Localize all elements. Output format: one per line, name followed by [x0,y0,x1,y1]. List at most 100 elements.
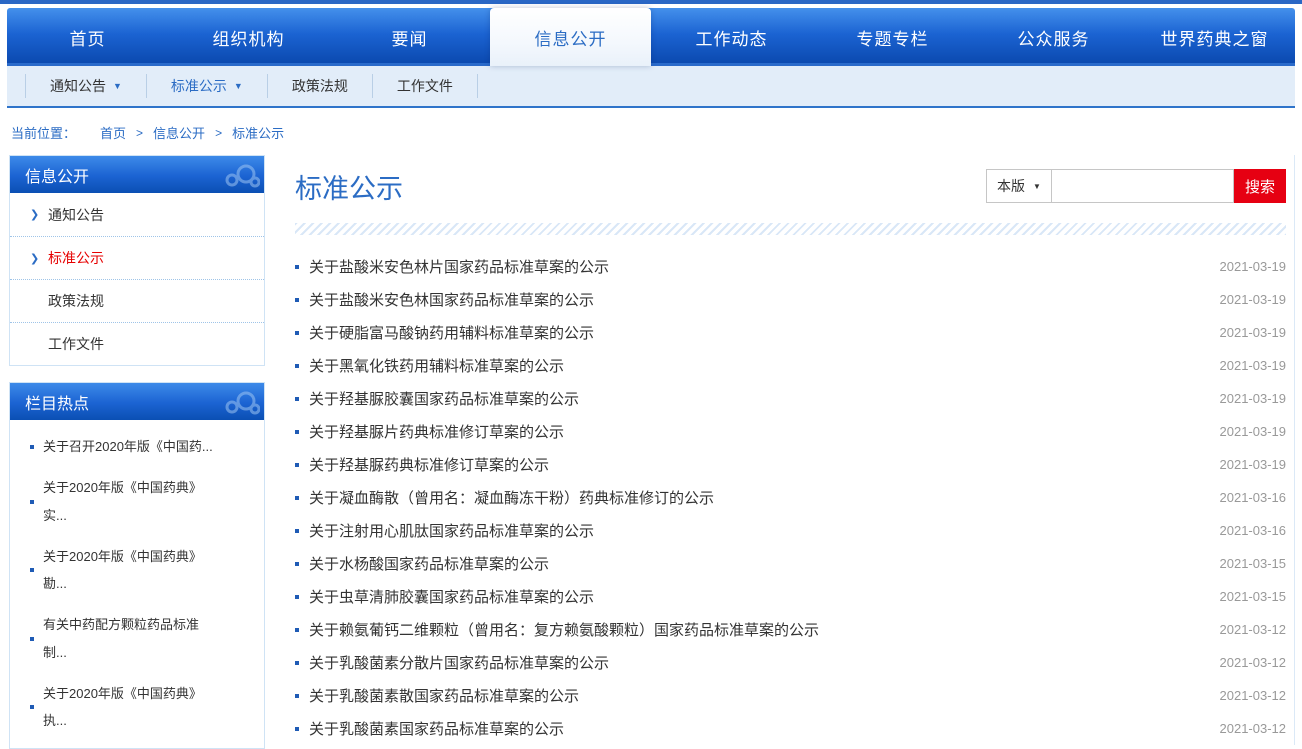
breadcrumb-separator: > [215,126,222,140]
bullet-icon [30,568,34,572]
top-nav-tab[interactable]: 信息公开 [490,8,651,66]
sidebar-section-hot: 栏目热点 关于召开2020年版《中国药... 关于2020年版《中国药典》实...… [9,382,265,749]
sidebar-menu-item[interactable]: ❯通知公告 [10,193,264,236]
bullet-icon [295,265,299,269]
search-scope-select[interactable]: 本版 ▼ [986,169,1052,203]
sidebar-section-info-header: 信息公开 [10,156,264,193]
news-date: 2021-03-19 [1220,457,1287,472]
sidebar-menu-item[interactable]: ❯标准公示 [10,236,264,279]
bullet-icon [295,430,299,434]
top-nav-tab[interactable]: 工作动态 [651,8,812,66]
hot-topic-item[interactable]: 关于召开2020年版《中国药... [10,426,264,467]
news-row[interactable]: 关于凝血酶散（曾用名：凝血酶冻干粉）药典标准修订的公示 2021-03-16 [295,481,1286,514]
breadcrumb-link[interactable]: 标准公示 [232,123,284,142]
news-row[interactable]: 关于乳酸菌素国家药品标准草案的公示 2021-03-12 [295,712,1286,745]
top-nav-tab[interactable]: 世界药典之窗 [1134,8,1295,66]
sidebar-section-info-title: 信息公开 [25,163,89,187]
bullet-icon [295,694,299,698]
top-nav-tab[interactable]: 组织机构 [168,8,329,66]
bullet-icon [295,397,299,401]
breadcrumb-link[interactable]: 信息公开 [153,123,205,142]
news-date: 2021-03-19 [1220,325,1287,340]
news-row[interactable]: 关于乳酸菌素散国家药品标准草案的公示 2021-03-12 [295,679,1286,712]
bullet-icon [295,331,299,335]
news-row[interactable]: 关于盐酸米安色林片国家药品标准草案的公示 2021-03-19 [295,250,1286,283]
news-title-link[interactable]: 关于注射用心肌肽国家药品标准草案的公示 [309,520,1204,541]
news-row[interactable]: 关于赖氨葡钙二维颗粒（曾用名：复方赖氨酸颗粒）国家药品标准草案的公示 2021-0… [295,613,1286,646]
hot-topic-title: 关于2020年版《中国药典》执... [43,680,219,735]
chevron-down-icon: ▼ [234,76,243,96]
news-title-link[interactable]: 关于羟基脲胶囊国家药品标准草案的公示 [309,388,1204,409]
news-row[interactable]: 关于虫草清肺胶囊国家药品标准草案的公示 2021-03-15 [295,580,1286,613]
bullet-icon [295,727,299,731]
news-row[interactable]: 关于注射用心肌肽国家药品标准草案的公示2021-03-16 [295,514,1286,547]
news-date: 2021-03-15 [1220,589,1287,604]
top-nav-tab[interactable]: 首页 [7,8,168,66]
news-date: 2021-03-16 [1220,490,1287,505]
sub-nav-item[interactable]: 政策法规 [267,74,372,98]
bullet-icon [295,298,299,302]
hot-topic-title: 关于2020年版《中国药典》实... [43,474,219,529]
top-nav-tab[interactable]: 公众服务 [973,8,1134,66]
bullet-icon [30,500,34,504]
news-row[interactable]: 关于羟基脲药典标准修订草案的公示 2021-03-19 [295,448,1286,481]
striped-divider [295,223,1286,235]
hot-topic-title: 关于2020年版《中国药典》勘... [43,543,219,598]
top-nav-tab[interactable]: 要闻 [329,8,490,66]
news-title-link[interactable]: 关于羟基脲药典标准修订草案的公示 [309,454,1204,475]
news-date: 2021-03-15 [1220,556,1287,571]
news-row[interactable]: 关于羟基脲胶囊国家药品标准草案的公示2021-03-19 [295,382,1286,415]
news-date: 2021-03-19 [1220,424,1287,439]
news-row[interactable]: 关于黑氧化铁药用辅料标准草案的公示2021-03-19 [295,349,1286,382]
sidebar-section-hot-header: 栏目热点 [10,383,264,420]
sub-nav-item-label: 政策法规 [292,76,348,96]
news-title-link[interactable]: 关于黑氧化铁药用辅料标准草案的公示 [309,355,1204,376]
bullet-icon [295,628,299,632]
cloud-decoration-icon [208,160,260,190]
hot-topic-item[interactable]: 关于2020年版《中国药典》执... [10,673,264,742]
sub-nav-item-label: 标准公示 [171,76,227,96]
news-title-link[interactable]: 关于凝血酶散（曾用名：凝血酶冻干粉）药典标准修订的公示 [309,487,1204,508]
news-row[interactable]: 关于盐酸米安色林国家药品标准草案的公示2021-03-19 [295,283,1286,316]
hot-topic-item[interactable]: 关于2020年版《中国药典》勘... [10,536,264,605]
sub-nav-item[interactable]: 通知公告▼ [25,74,146,98]
news-title-link[interactable]: 关于虫草清肺胶囊国家药品标准草案的公示 [309,586,1204,607]
search-input[interactable] [1052,169,1234,203]
news-title-link[interactable]: 关于乳酸菌素国家药品标准草案的公示 [309,718,1204,739]
top-nav-tab[interactable]: 专题专栏 [812,8,973,66]
sub-nav-item[interactable]: 标准公示 ▼ [146,74,267,98]
hot-topic-title: 关于召开2020年版《中国药... [43,433,219,460]
hot-topic-item[interactable]: 关于2020年版《中国药典》实... [10,467,264,536]
news-title-link[interactable]: 关于赖氨葡钙二维颗粒（曾用名：复方赖氨酸颗粒）国家药品标准草案的公示 [309,619,1204,640]
news-title-link[interactable]: 关于水杨酸国家药品标准草案的公示 [309,553,1204,574]
news-title-link[interactable]: 关于乳酸菌素分散片国家药品标准草案的公示 [309,652,1204,673]
news-date: 2021-03-12 [1220,622,1287,637]
sidebar-menu-item[interactable]: 工作文件 [10,322,264,365]
news-row[interactable]: 关于羟基脲片药典标准修订草案的公示 2021-03-19 [295,415,1286,448]
news-row[interactable]: 关于水杨酸国家药品标准草案的公示 2021-03-15 [295,547,1286,580]
breadcrumb-link[interactable]: 首页 [100,123,126,142]
sub-nav-item[interactable]: 工作文件 [372,74,478,98]
sidebar-menu: ❯通知公告❯标准公示政策法规工作文件 [10,193,264,365]
page-title: 标准公示 [295,167,403,206]
sidebar-menu-item[interactable]: 政策法规 [10,279,264,322]
news-title-link[interactable]: 关于乳酸菌素散国家药品标准草案的公示 [309,685,1204,706]
bullet-icon [30,445,34,449]
news-row[interactable]: 关于乳酸菌素分散片国家药品标准草案的公示2021-03-12 [295,646,1286,679]
news-list: 关于盐酸米安色林片国家药品标准草案的公示 2021-03-19 关于盐酸米安色林国家… [295,250,1286,745]
search-button[interactable]: 搜索 [1234,169,1286,203]
news-title-link[interactable]: 关于硬脂富马酸钠药用辅料标准草案的公示 [309,322,1204,343]
arrow-right-icon: ❯ [30,252,48,265]
news-title-link[interactable]: 关于盐酸米安色林片国家药品标准草案的公示 [309,256,1204,277]
news-date: 2021-03-12 [1220,721,1287,736]
news-date: 2021-03-12 [1220,688,1287,703]
news-title-link[interactable]: 关于盐酸米安色林国家药品标准草案的公示 [309,289,1204,310]
bullet-icon [295,529,299,533]
bullet-icon [295,364,299,368]
main-column: 标准公示 本版 ▼ 搜索 关于盐酸米安色林片国家药品标准草案的公示 2021-03… [295,155,1295,745]
news-title-link[interactable]: 关于羟基脲片药典标准修订草案的公示 [309,421,1204,442]
news-date: 2021-03-19 [1220,259,1287,274]
hot-topic-item[interactable]: 有关中药配方颗粒药品标准制... [10,604,264,673]
bullet-icon [295,661,299,665]
news-row[interactable]: 关于硬脂富马酸钠药用辅料标准草案的公示 2021-03-19 [295,316,1286,349]
